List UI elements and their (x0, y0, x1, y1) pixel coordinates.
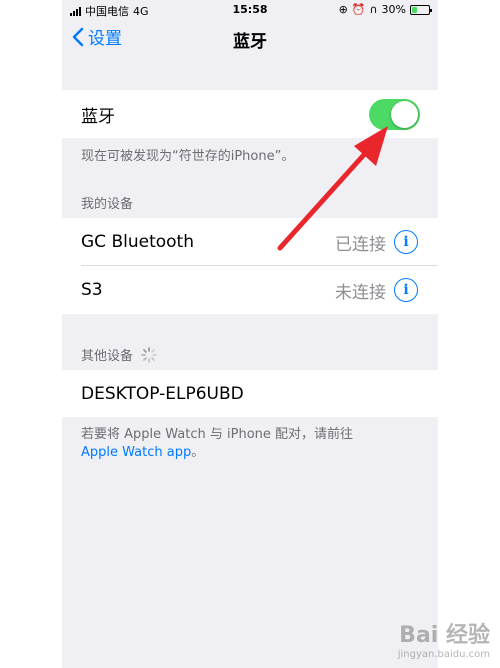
device-status: 未连接 (335, 282, 386, 303)
watermark-url: jingyan.baidu.com (397, 649, 490, 660)
device-row-gc-bluetooth[interactable]: GC Bluetooth 已连接 i (62, 218, 438, 266)
apple-watch-app-link[interactable]: Apple Watch app (81, 445, 191, 460)
loading-spinner-icon (141, 346, 157, 363)
watermark-main: Bai 经验 (399, 623, 490, 648)
bluetooth-label: 蓝牙 (81, 106, 115, 127)
lock-rotation-icon: ⊕ (338, 3, 348, 16)
apple-watch-note-suffix: 。 (191, 445, 205, 460)
toggle-knob (391, 100, 418, 128)
device-name: DESKTOP-ELP6UBD (81, 383, 244, 404)
device-row-desktop[interactable]: DESKTOP-ELP6UBD (62, 370, 438, 417)
bluetooth-toggle-row: 蓝牙 (62, 90, 438, 138)
device-status: 已连接 (335, 234, 386, 255)
device-row-s3[interactable]: S3 未连接 i (62, 266, 438, 314)
apple-watch-note-text: 若要将 Apple Watch 与 iPhone 配对，请前往 (81, 427, 354, 442)
other-devices-header: 其他设备 (81, 345, 157, 364)
apple-watch-note: 若要将 Apple Watch 与 iPhone 配对，请前往 Apple Wa… (81, 426, 421, 462)
headphones-icon: ∩ (369, 3, 378, 16)
battery-icon (410, 4, 432, 15)
device-name: GC Bluetooth (81, 232, 194, 252)
baidu-watermark: Bai 经验 jingyan.baidu.com (398, 617, 490, 660)
bluetooth-toggle[interactable] (369, 98, 420, 130)
phone-screen: 中国电信 4G 15:58 ⊕ ⏰ ∩ 30% 设置 蓝牙 蓝牙 现在可被发现为… (62, 0, 438, 668)
page-title: 蓝牙 (233, 32, 267, 52)
device-name: S3 (81, 280, 103, 300)
battery-percent: 30% (381, 3, 406, 16)
info-icon[interactable]: i (394, 230, 418, 254)
status-right: ⊕ ⏰ ∩ 30% (338, 3, 432, 16)
alarm-icon: ⏰ (351, 3, 366, 16)
info-icon[interactable]: i (394, 278, 418, 302)
my-devices-header-label: 我的设备 (81, 197, 134, 212)
other-devices-header-label: 其他设备 (81, 349, 134, 364)
my-devices-header: 我的设备 (81, 193, 133, 212)
navigation-bar: 设置 蓝牙 (62, 20, 438, 58)
status-bar: 中国电信 4G 15:58 ⊕ ⏰ ∩ 30% (62, 0, 438, 20)
discoverable-note: 现在可被发现为“符世存的iPhone”。 (81, 149, 295, 164)
